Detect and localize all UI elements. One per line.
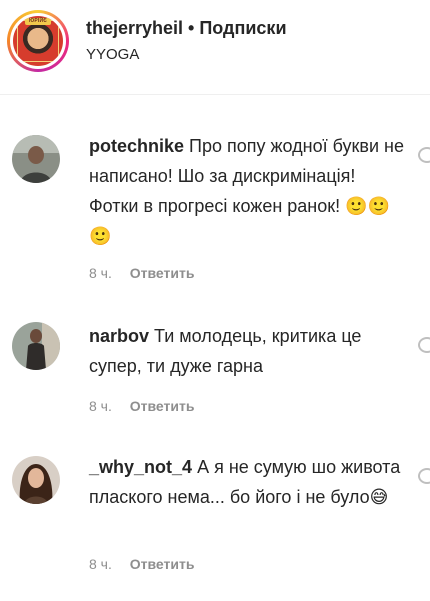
comment-body: potechnike Про попу жодної букви не напи… bbox=[89, 131, 409, 251]
comment-emoji: 😅 bbox=[369, 487, 389, 507]
comment-time: 8 ч. bbox=[89, 398, 112, 414]
reply-button[interactable]: Ответить bbox=[130, 556, 195, 572]
location-text[interactable]: YYOGA bbox=[86, 46, 139, 63]
avatar-image bbox=[12, 456, 60, 504]
comment-username[interactable]: potechnike bbox=[89, 136, 184, 156]
avatar-image: ЮРІЙЄ bbox=[13, 16, 63, 66]
comment-time: 8 ч. bbox=[89, 265, 112, 281]
avatar-frame bbox=[17, 20, 59, 62]
comment-username[interactable]: narbov bbox=[89, 326, 149, 346]
comment-item: potechnike Про попу жодної букви не напи… bbox=[0, 131, 430, 291]
avatar-banner-text: ЮРІЙЄ bbox=[28, 18, 48, 24]
reply-button[interactable]: Ответить bbox=[130, 398, 195, 414]
post-header: ЮРІЙЄ thejerryheil • Подписки YYOGA bbox=[0, 0, 430, 95]
comment-item: _why_not_4 А я не сумую шо живота пласко… bbox=[0, 452, 430, 582]
comment-item: narbov Ти молодець, критика це супер, ти… bbox=[0, 318, 430, 428]
comment-time: 8 ч. bbox=[89, 556, 112, 572]
avatar-image bbox=[12, 135, 60, 183]
separator-dot: • bbox=[188, 18, 195, 38]
comment-meta: 8 ч. Ответить bbox=[89, 265, 194, 281]
heart-icon[interactable] bbox=[418, 468, 430, 484]
comment-username[interactable]: _why_not_4 bbox=[89, 457, 192, 477]
follow-button[interactable]: Подписки bbox=[199, 18, 286, 38]
reply-button[interactable]: Ответить bbox=[130, 265, 195, 281]
heart-icon[interactable] bbox=[418, 337, 430, 353]
comment-body: _why_not_4 А я не сумую шо живота пласко… bbox=[89, 452, 409, 512]
avatar[interactable] bbox=[12, 456, 60, 504]
header-title: thejerryheil • Подписки bbox=[86, 18, 287, 39]
profile-avatar[interactable]: ЮРІЙЄ bbox=[7, 10, 69, 72]
avatar[interactable] bbox=[12, 135, 60, 183]
avatar[interactable] bbox=[12, 322, 60, 370]
comment-body: narbov Ти молодець, критика це супер, ти… bbox=[89, 321, 409, 381]
avatar-image bbox=[12, 322, 60, 370]
heart-icon[interactable] bbox=[418, 147, 430, 163]
username-link[interactable]: thejerryheil bbox=[86, 18, 183, 38]
comment-meta: 8 ч. Ответить bbox=[89, 556, 194, 572]
comment-meta: 8 ч. Ответить bbox=[89, 398, 194, 414]
